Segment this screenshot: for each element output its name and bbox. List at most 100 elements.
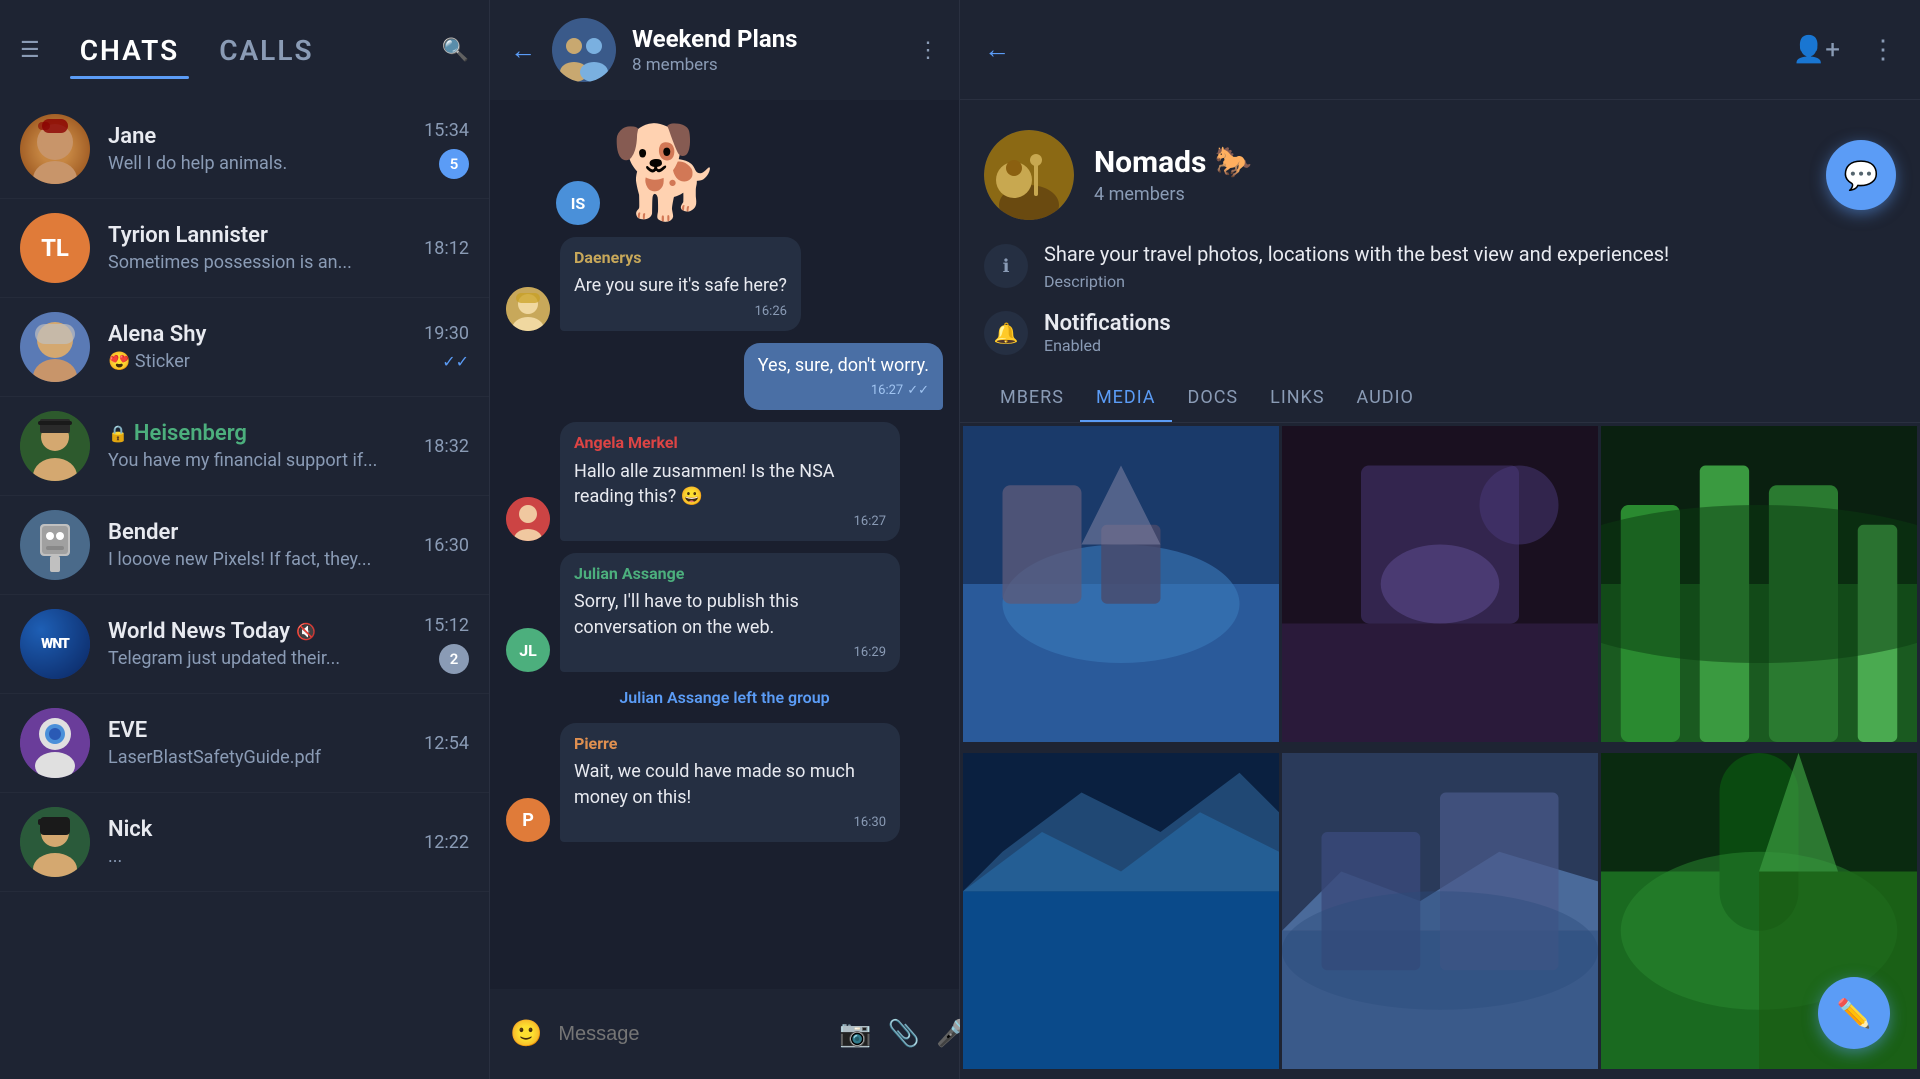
- wnt-globe-icon: WNT: [20, 609, 90, 679]
- more-options-button[interactable]: ⋮: [1870, 35, 1896, 65]
- tab-media[interactable]: MEDIA: [1080, 375, 1172, 422]
- list-item[interactable]: Alena Shy 😍 Sticker 19:30 ✓✓: [0, 298, 489, 397]
- chat-content: Tyrion Lannister Sometimes possession is…: [108, 223, 414, 273]
- search-icon[interactable]: 🔍: [442, 38, 469, 63]
- right-header: ← 👤+ ⋮: [960, 0, 1920, 100]
- message-row: JL Julian Assange Sorry, I'll have to pu…: [506, 553, 943, 672]
- chat-name: Nick: [108, 817, 414, 842]
- chat-name: Alena Shy: [108, 322, 414, 347]
- chat-preview: I looove new Pixels! If fact, they...: [108, 549, 414, 570]
- avatar: [20, 114, 90, 184]
- tab-chats[interactable]: CHATS: [60, 24, 199, 77]
- media-item[interactable]: [963, 426, 1279, 742]
- message-time: 16:29: [574, 644, 886, 662]
- notifications-section[interactable]: 🔔 Notifications Enabled: [960, 311, 1920, 375]
- chat-content: Nick ...: [108, 817, 414, 867]
- muted-icon: 🔇: [296, 622, 316, 641]
- message-input[interactable]: [558, 1023, 823, 1046]
- chat-time: 18:32: [424, 436, 469, 457]
- chat-name: EVE: [108, 718, 414, 743]
- message-sender: Daenerys: [574, 247, 787, 269]
- message-text: Wait, we could have made so much money o…: [574, 759, 886, 809]
- back-button[interactable]: ←: [510, 35, 536, 66]
- open-chat-button[interactable]: 💬: [1826, 140, 1896, 210]
- avatar: WNT: [20, 609, 90, 679]
- media-item[interactable]: [1282, 753, 1598, 1069]
- chat-preview: Sometimes possession is an...: [108, 252, 414, 273]
- notifications-icon: 🔔: [984, 311, 1028, 355]
- tab-calls[interactable]: CALLS: [199, 24, 333, 77]
- chat-time: 15:34: [424, 120, 469, 141]
- compose-button[interactable]: ✏️: [1818, 977, 1890, 1049]
- chat-title: Weekend Plans: [632, 25, 901, 53]
- media-tabs: MBERS MEDIA DOCS LINKS AUDIO: [960, 375, 1920, 423]
- sticker-message: 🐕: [610, 120, 722, 225]
- chat-header-info: Weekend Plans 8 members: [632, 25, 901, 75]
- avatar: TL: [20, 213, 90, 283]
- list-item[interactable]: Jane Well I do help animals. 15:34 5: [0, 100, 489, 199]
- group-avatar: [984, 130, 1074, 220]
- avatar: [20, 510, 90, 580]
- chat-subtitle: 8 members: [632, 55, 901, 75]
- list-item[interactable]: Nick ... 12:22: [0, 793, 489, 892]
- media-item[interactable]: [1601, 426, 1917, 742]
- tab-links[interactable]: LINKS: [1254, 375, 1340, 422]
- message-row: IS 🐕: [506, 120, 943, 225]
- back-button[interactable]: ←: [984, 34, 1010, 65]
- add-member-button[interactable]: 👤+: [1793, 35, 1840, 65]
- avatar: [20, 807, 90, 877]
- message-bubble: Daenerys Are you sure it's safe here? 16…: [560, 237, 801, 331]
- tab-audio[interactable]: AUDIO: [1341, 375, 1430, 422]
- media-item[interactable]: [963, 753, 1279, 1069]
- media-item[interactable]: [1282, 426, 1598, 742]
- message-row: Angela Merkel Hallo alle zusammen! Is th…: [506, 422, 943, 541]
- tab-docs[interactable]: DOCS: [1172, 375, 1255, 422]
- message-sender: Angela Merkel: [574, 432, 886, 454]
- message-row: Daenerys Are you sure it's safe here? 16…: [506, 237, 943, 331]
- unread-badge: 2: [439, 644, 469, 674]
- messages-area: IS 🐕 Daenerys Are you sure it's safe her…: [490, 100, 959, 989]
- more-options-button[interactable]: ⋮: [917, 38, 939, 63]
- chat-meta: 16:30: [424, 535, 469, 556]
- read-receipt-icon: ✓✓: [442, 352, 469, 371]
- compose-icon: ✏️: [1837, 997, 1872, 1030]
- camera-button[interactable]: 📷: [839, 1019, 871, 1049]
- message-time: 16:30: [574, 814, 886, 832]
- message-time: 16:27: [574, 513, 886, 531]
- avatar: JL: [506, 628, 550, 672]
- message-row: Yes, sure, don't worry. 16:27 ✓✓: [506, 343, 943, 410]
- menu-icon[interactable]: ☰: [20, 38, 40, 63]
- chat-header: ← Weekend Plans 8 members ⋮: [490, 0, 959, 100]
- chat-meta: 18:32: [424, 436, 469, 457]
- tab-members[interactable]: MBERS: [984, 375, 1080, 422]
- list-item[interactable]: EVE LaserBlastSafetyGuide.pdf 12:54: [0, 694, 489, 793]
- info-icon: ℹ: [984, 244, 1028, 288]
- chat-time: 12:54: [424, 733, 469, 754]
- chat-name: 🔒 Heisenberg: [108, 421, 414, 446]
- right-header-actions: 👤+ ⋮: [1793, 35, 1896, 65]
- sticker-content: 🐕: [610, 120, 722, 225]
- list-item[interactable]: WNT World News Today 🔇 Telegram just upd…: [0, 595, 489, 694]
- chat-preview: 😍 Sticker: [108, 351, 414, 372]
- left-header: ☰ CHATS CALLS 🔍: [0, 0, 489, 100]
- chat-meta: 15:34 5: [424, 120, 469, 179]
- chat-time: 18:12: [424, 238, 469, 259]
- list-item[interactable]: 🔒 Heisenberg You have my financial suppo…: [0, 397, 489, 496]
- chat-meta: 18:12: [424, 238, 469, 259]
- message-bubble: Pierre Wait, we could have made so much …: [560, 723, 900, 842]
- group-members-count: 4 members: [1094, 184, 1806, 205]
- attach-button[interactable]: 📎: [888, 1019, 920, 1049]
- list-item[interactable]: TL Tyrion Lannister Sometimes possession…: [0, 199, 489, 298]
- avatar: [506, 497, 550, 541]
- emoji-button[interactable]: 🙂: [510, 1019, 542, 1049]
- chat-time: 15:12: [424, 615, 469, 636]
- chat-content: Alena Shy 😍 Sticker: [108, 322, 414, 372]
- chat-time: 16:30: [424, 535, 469, 556]
- list-item[interactable]: Bender I looove new Pixels! If fact, the…: [0, 496, 489, 595]
- chat-content: 🔒 Heisenberg You have my financial suppo…: [108, 421, 414, 471]
- description-text: Share your travel photos, locations with…: [1044, 240, 1896, 291]
- chat-content: EVE LaserBlastSafetyGuide.pdf: [108, 718, 414, 768]
- group-avatar-header: [552, 18, 616, 82]
- group-name: Nomads 🐎: [1094, 145, 1806, 180]
- system-message: Julian Assange left the group: [506, 684, 943, 711]
